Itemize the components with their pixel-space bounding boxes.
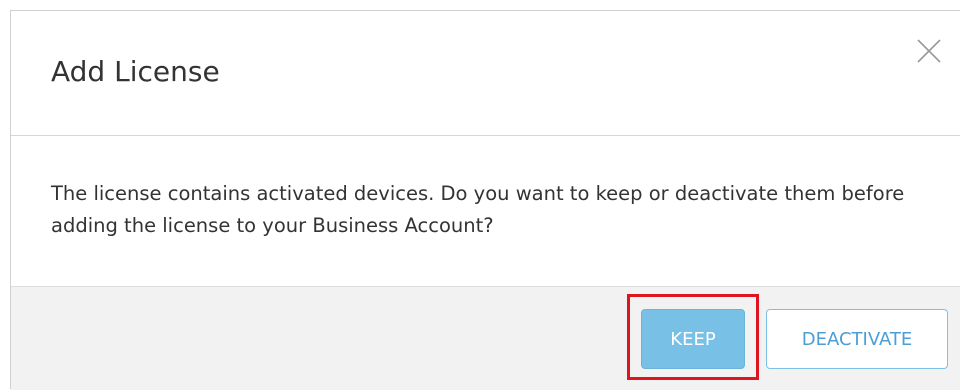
add-license-dialog: Add License The license contains activat… [10, 10, 960, 390]
close-icon [917, 39, 941, 63]
dialog-title: Add License [51, 55, 220, 88]
keep-button[interactable]: KEEP [641, 309, 745, 369]
close-button[interactable] [915, 37, 943, 65]
dialog-body: The license contains activated devices. … [11, 136, 960, 286]
deactivate-button[interactable]: DEACTIVATE [766, 309, 948, 369]
dialog-footer: KEEP DEACTIVATE [11, 286, 960, 390]
dialog-header: Add License [11, 11, 960, 136]
dialog-message: The license contains activated devices. … [51, 182, 905, 237]
